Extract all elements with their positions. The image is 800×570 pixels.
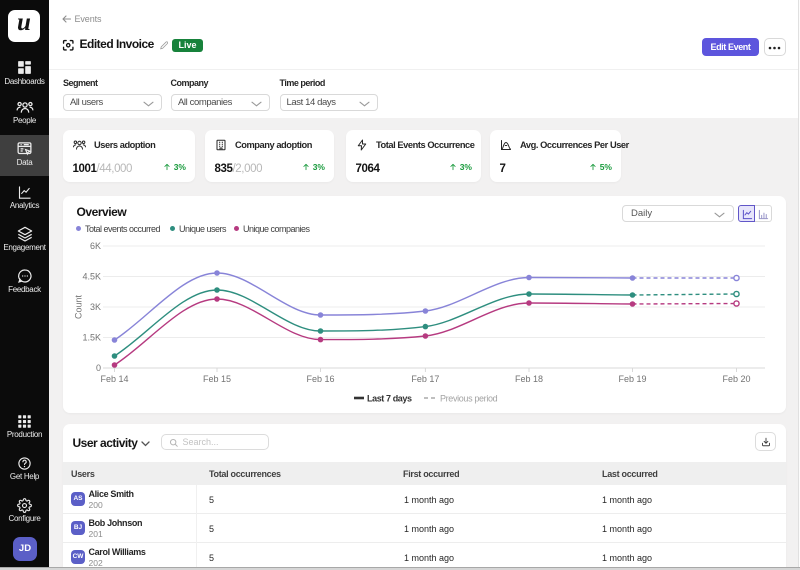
svg-text:Count: Count [74, 295, 84, 320]
svg-text:4.5K: 4.5K [82, 272, 101, 282]
svg-text:Previous period: Previous period [440, 394, 498, 404]
svg-text:Feb 16: Feb 16 [306, 374, 334, 384]
svg-text:Feb 20: Feb 20 [722, 374, 750, 384]
svg-text:0: 0 [96, 363, 101, 373]
svg-text:Feb 14: Feb 14 [100, 374, 128, 384]
svg-text:1.5K: 1.5K [82, 333, 101, 343]
svg-text:Feb 17: Feb 17 [411, 374, 439, 384]
svg-text:Feb 15: Feb 15 [203, 374, 231, 384]
svg-text:3K: 3K [90, 302, 101, 312]
svg-text:Last 7 days: Last 7 days [367, 394, 412, 404]
svg-text:Feb 18: Feb 18 [515, 374, 543, 384]
svg-text:Feb 19: Feb 19 [618, 374, 646, 384]
svg-text:6K: 6K [90, 241, 101, 251]
